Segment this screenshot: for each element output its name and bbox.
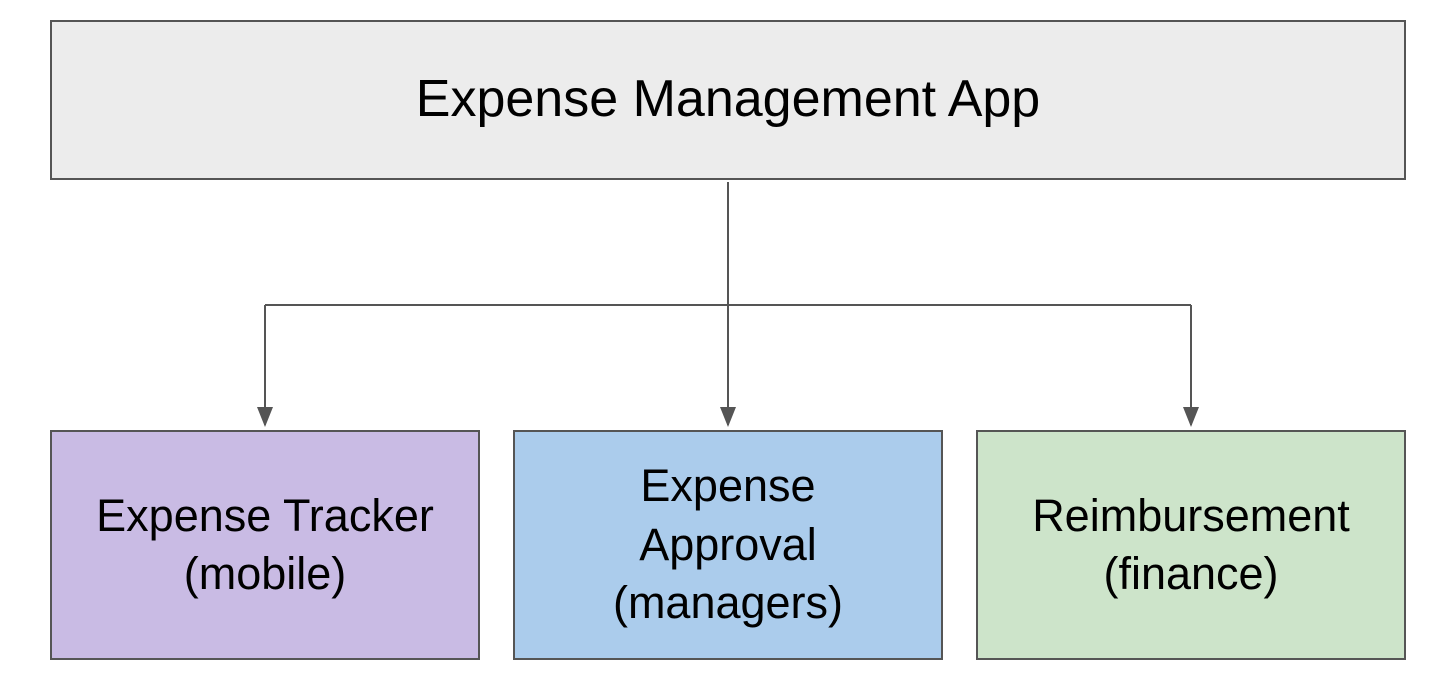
child-node-label: ExpenseApproval(managers) [613, 457, 843, 633]
child-node-approval: ExpenseApproval(managers) [513, 430, 943, 660]
child-node-label: Reimbursement(finance) [1032, 487, 1350, 604]
root-node: Expense Management App [50, 20, 1406, 180]
child-node-reimbursement: Reimbursement(finance) [976, 430, 1406, 660]
child-node-label: Expense Tracker(mobile) [96, 487, 434, 604]
root-node-label: Expense Management App [416, 66, 1040, 134]
child-node-tracker: Expense Tracker(mobile) [50, 430, 480, 660]
